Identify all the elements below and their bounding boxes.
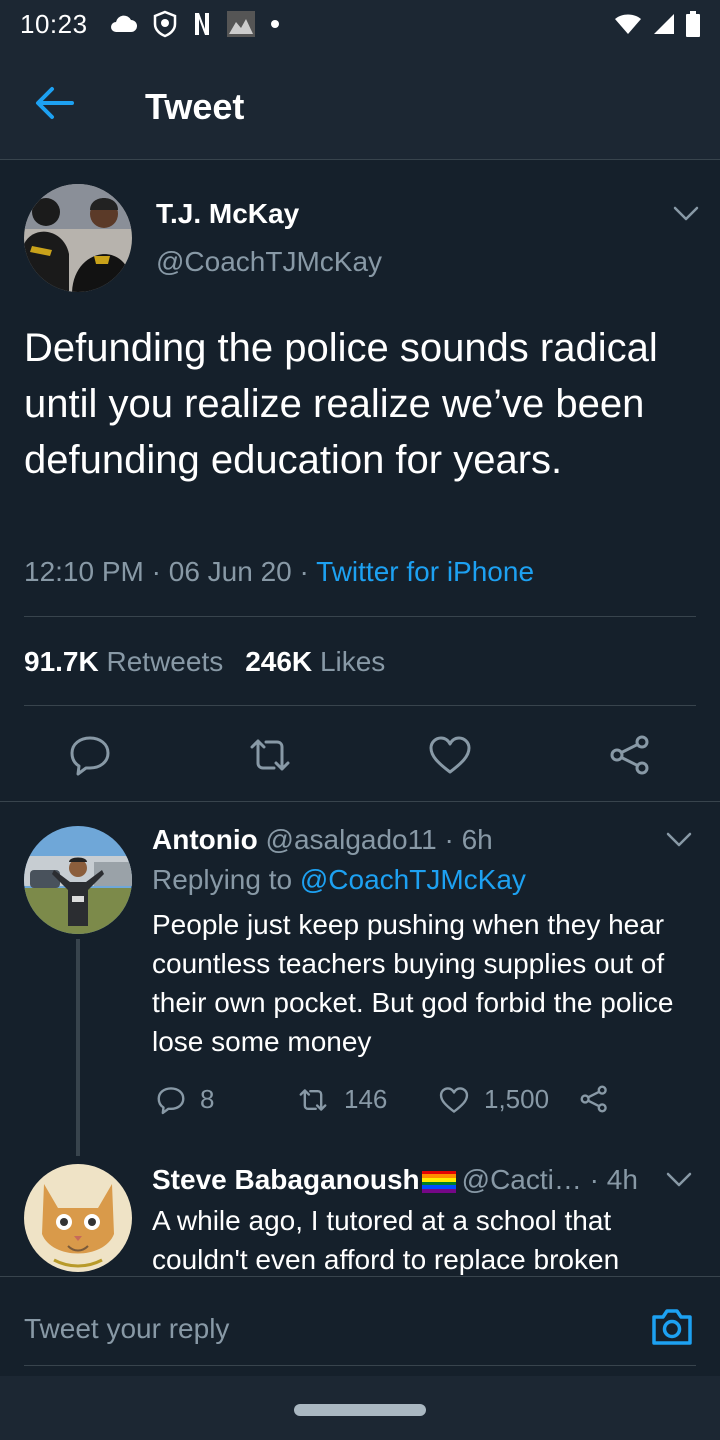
mention-link[interactable]: @CoachTJMcKay xyxy=(300,864,526,895)
reply-time: 6h xyxy=(461,824,493,855)
author-name[interactable]: T.J. McKay xyxy=(156,198,299,230)
likes-count: 246K xyxy=(245,646,313,677)
chevron-down-icon[interactable] xyxy=(666,832,692,848)
retweet-action[interactable]: 146 xyxy=(296,1084,387,1115)
retweet-icon xyxy=(299,1088,327,1111)
netflix-icon xyxy=(194,13,209,35)
retweet-icon[interactable] xyxy=(248,733,292,777)
tweet-source-link[interactable]: Twitter for iPhone xyxy=(316,556,534,587)
replying-prefix: Replying to xyxy=(152,864,293,895)
status-time: 10:23 xyxy=(20,8,88,39)
likes-label: Likes xyxy=(319,646,386,677)
replying-to: Replying to @CoachTJMcKay xyxy=(152,864,526,896)
avatar[interactable] xyxy=(24,826,132,934)
reply-header: Steve Babaganoush @Cacti… · 4h xyxy=(152,1164,638,1196)
tweet-metadata: 12:10 PM · 06 Jun 20 · Twitter for iPhon… xyxy=(24,556,534,588)
share-action[interactable] xyxy=(578,1084,610,1114)
tweet-actions xyxy=(0,733,720,781)
reply-icon[interactable] xyxy=(68,733,112,777)
reply-input[interactable] xyxy=(24,1307,624,1351)
dot-separator: · xyxy=(589,1164,599,1195)
retweets-count: 91.7K xyxy=(24,646,99,677)
signal-icon xyxy=(654,14,674,34)
reply-text: A while ago, I tutored at a school that … xyxy=(152,1205,620,1275)
reply-icon xyxy=(157,1086,185,1114)
chevron-down-icon[interactable] xyxy=(673,206,699,222)
shield-icon xyxy=(153,10,176,38)
dot-separator: · xyxy=(444,824,454,855)
dot-icon xyxy=(270,20,279,28)
reply-author-handle[interactable]: @asalgado11 xyxy=(266,824,437,855)
reply-author-name[interactable]: Antonio xyxy=(152,824,258,855)
cloud-icon xyxy=(110,15,137,32)
reply-author-handle[interactable]: @Cacti… xyxy=(462,1164,582,1195)
chevron-down-icon[interactable] xyxy=(666,1172,692,1188)
tweet-text: Defunding the police sounds radical unti… xyxy=(24,326,658,482)
section-divider xyxy=(0,801,720,802)
reply-text: People just keep pushing when they hear … xyxy=(152,909,674,1057)
share-icon[interactable] xyxy=(608,733,652,777)
like-action[interactable]: 1,500 xyxy=(438,1084,549,1115)
author-handle[interactable]: @CoachTJMcKay xyxy=(156,246,382,278)
share-icon xyxy=(580,1085,607,1113)
tweet-time: 12:10 PM xyxy=(24,556,144,587)
meta-separator: · xyxy=(291,556,317,587)
like-count: 1,500 xyxy=(484,1084,550,1114)
system-navigation-bar xyxy=(0,1376,720,1440)
camera-icon[interactable] xyxy=(650,1307,694,1347)
divider xyxy=(24,616,696,617)
reply-action[interactable]: 8 xyxy=(156,1084,214,1115)
wifi-icon xyxy=(615,14,641,34)
retweet-count: 146 xyxy=(344,1084,388,1114)
likes-stat[interactable]: 246K Likes xyxy=(245,646,385,677)
rainbow-flag-icon xyxy=(421,1170,456,1193)
back-arrow-icon[interactable] xyxy=(34,86,74,120)
reply-author-name[interactable]: Steve Babaganoush xyxy=(152,1164,420,1195)
avatar[interactable] xyxy=(24,1164,132,1272)
top-app-bar: Tweet xyxy=(0,48,720,160)
tweet-stats: 91.7K Retweets 246K Likes xyxy=(24,646,385,678)
tweet-date: 06 Jun 20 xyxy=(168,556,292,587)
status-bar: 10:23 xyxy=(0,0,720,48)
page-title: Tweet xyxy=(145,86,245,127)
image-notification-icon xyxy=(226,11,255,37)
input-underline xyxy=(24,1365,696,1366)
like-icon[interactable] xyxy=(428,733,472,777)
home-gesture-pill[interactable] xyxy=(294,1404,426,1416)
reply-count: 8 xyxy=(200,1084,215,1114)
retweets-stat[interactable]: 91.7K Retweets xyxy=(24,646,223,677)
reply-time: 4h xyxy=(606,1164,638,1195)
reply-header: Antonio @asalgado11 · 6h xyxy=(152,824,493,856)
meta-separator: · xyxy=(143,556,169,587)
battery-icon xyxy=(686,11,700,37)
like-icon xyxy=(439,1086,469,1113)
avatar[interactable] xyxy=(24,184,132,292)
retweets-label: Retweets xyxy=(106,646,224,677)
divider xyxy=(24,705,696,706)
thread-line xyxy=(76,939,80,1156)
